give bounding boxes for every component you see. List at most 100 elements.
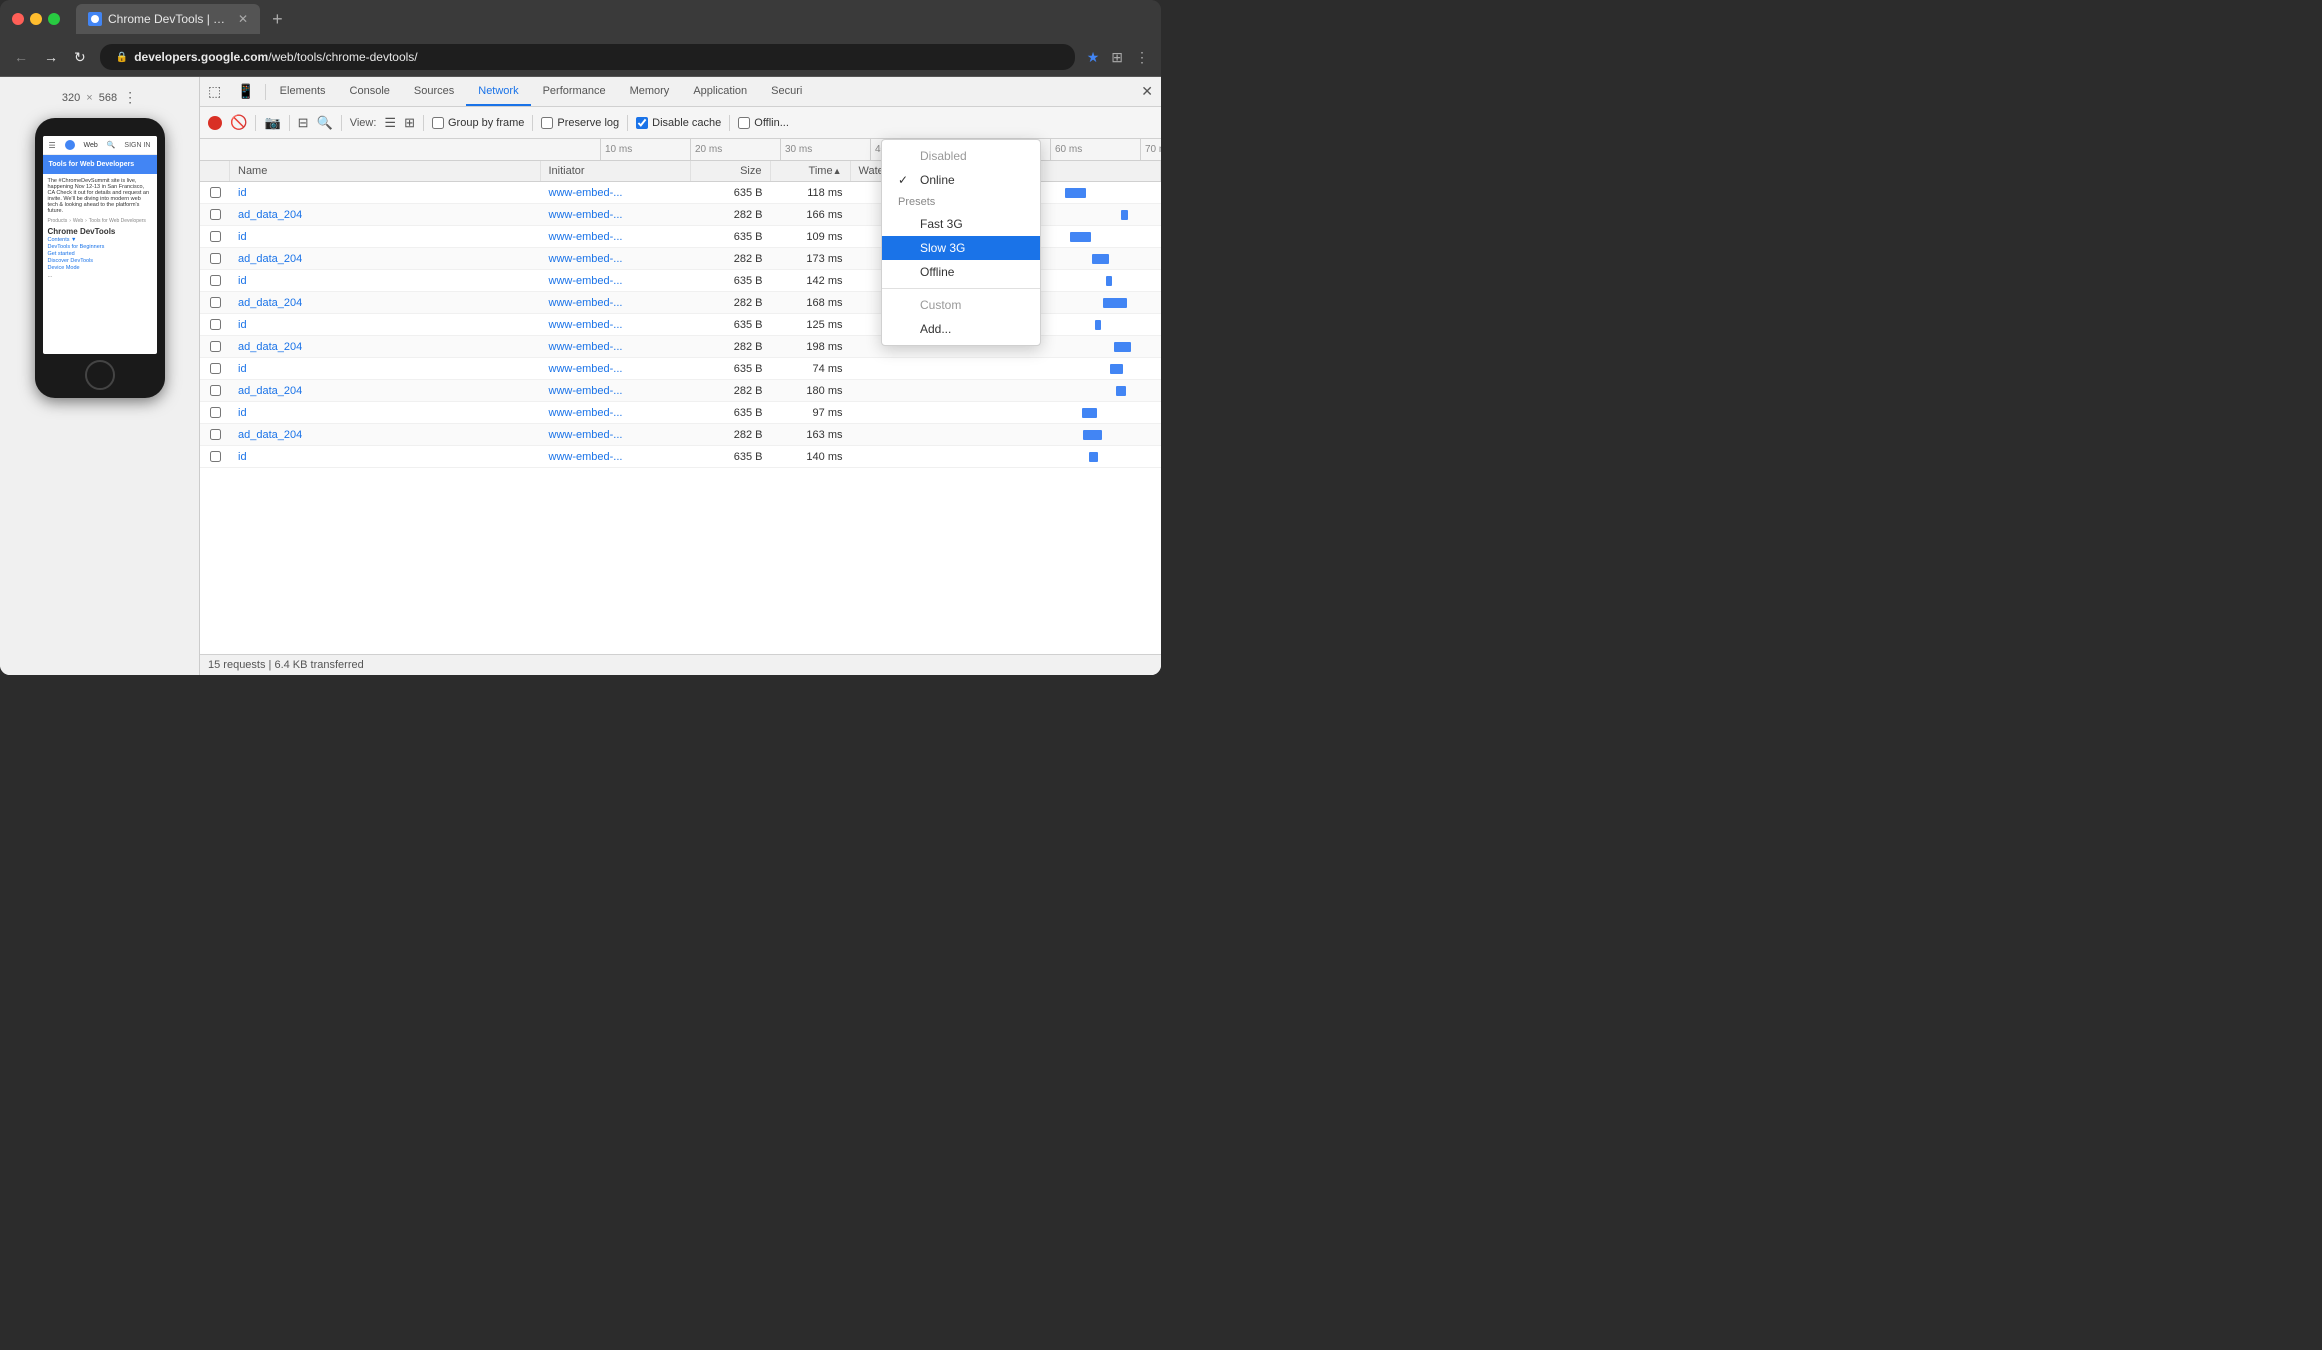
maximize-button[interactable] <box>48 13 60 25</box>
row-checkbox[interactable] <box>210 297 221 308</box>
tab-sources[interactable]: Sources <box>402 77 466 106</box>
devtools-tabs: Elements Console Sources Network Perform… <box>268 77 815 106</box>
row-checkbox[interactable] <box>210 253 221 264</box>
view-list-button[interactable]: ☰ <box>384 115 396 131</box>
tab-memory[interactable]: Memory <box>618 77 682 106</box>
minimize-button[interactable] <box>30 13 42 25</box>
table-row[interactable]: ad_data_204 www-embed-... 282 B 180 ms <box>200 380 1161 402</box>
phone-breadcrumbs: Products › Web › Tools for Web Developer… <box>48 218 152 224</box>
dropdown-add[interactable]: Add... <box>882 317 1040 341</box>
traffic-lights <box>12 13 60 25</box>
td-name: id <box>230 317 541 333</box>
network-toolbar: 🚫 📷 ⊟ 🔍 View: ☰ ⊞ Group by frame Pr <box>200 107 1161 139</box>
clear-button[interactable]: 🚫 <box>230 114 247 131</box>
td-initiator: www-embed-... <box>541 295 691 311</box>
td-name: ad_data_204 <box>230 207 541 223</box>
table-row[interactable]: id www-embed-... 635 B 97 ms <box>200 402 1161 424</box>
tab-elements[interactable]: Elements <box>268 77 338 106</box>
table-row[interactable]: id www-embed-... 635 B 74 ms <box>200 358 1161 380</box>
row-checkbox[interactable] <box>210 363 221 374</box>
forward-button[interactable]: → <box>42 47 60 67</box>
filter-button[interactable]: ⊟ <box>298 115 309 131</box>
group-by-frame-text: Group by frame <box>448 117 524 129</box>
device-view-panel: 320 × 568 ⋮ ☰ Web 🔍 SIGN IN <box>0 77 200 675</box>
inspect-element-button[interactable]: ⬚ <box>200 77 229 106</box>
active-tab[interactable]: Chrome DevTools | Tools for W ✕ <box>76 4 260 34</box>
group-by-frame-checkbox[interactable] <box>432 117 444 129</box>
td-size: 282 B <box>691 427 771 443</box>
tab-network[interactable]: Network <box>466 77 530 106</box>
th-time[interactable]: Time <box>771 161 851 181</box>
td-checkbox <box>200 251 230 266</box>
disable-cache-checkbox[interactable] <box>636 117 648 129</box>
row-checkbox[interactable] <box>210 275 221 286</box>
offline-label: Offlin... <box>738 117 789 129</box>
tick-70: 70 ms <box>1140 139 1161 160</box>
record-button[interactable] <box>208 116 222 130</box>
td-checkbox <box>200 207 230 222</box>
dropdown-slow3g[interactable]: Slow 3G <box>882 236 1040 260</box>
dropdown-offline-label: Offline <box>920 265 954 279</box>
dropdown-fast3g[interactable]: Fast 3G <box>882 212 1040 236</box>
td-initiator: www-embed-... <box>541 361 691 377</box>
row-checkbox[interactable] <box>210 341 221 352</box>
new-tab-button[interactable]: + <box>268 9 287 30</box>
device-menu-button[interactable]: ⋮ <box>123 89 137 106</box>
td-waterfall <box>851 411 1162 415</box>
reload-button[interactable]: ↻ <box>72 47 88 68</box>
close-button[interactable] <box>12 13 24 25</box>
tab-security[interactable]: Securi <box>759 77 814 106</box>
device-toggle-button[interactable]: 📱 <box>229 77 262 106</box>
back-button[interactable]: ← <box>12 47 30 67</box>
td-size: 282 B <box>691 383 771 399</box>
row-checkbox[interactable] <box>210 429 221 440</box>
dropdown-custom[interactable]: Custom <box>882 293 1040 317</box>
preserve-log-checkbox[interactable] <box>541 117 553 129</box>
search-button[interactable]: 🔍 <box>317 115 333 131</box>
dropdown-offline[interactable]: Offline <box>882 260 1040 284</box>
dropdown-online[interactable]: ✓ Online <box>882 168 1040 192</box>
phone-toc-beginners: DevTools for Beginners <box>48 244 152 250</box>
row-checkbox[interactable] <box>210 407 221 418</box>
view-grid-button[interactable]: ⊞ <box>404 115 415 131</box>
row-checkbox[interactable] <box>210 451 221 462</box>
tab-network-label: Network <box>478 85 518 97</box>
phone-toc-started: Get started <box>48 251 152 257</box>
dropdown-custom-label: Custom <box>920 298 961 312</box>
row-checkbox[interactable] <box>210 385 221 396</box>
table-row[interactable]: id www-embed-... 635 B 140 ms <box>200 446 1161 468</box>
address-field[interactable]: 🔒 developers.google.com/web/tools/chrome… <box>100 44 1075 70</box>
th-name[interactable]: Name <box>230 161 541 181</box>
breadcrumb-1: Products <box>48 218 68 224</box>
toolbar-separator <box>265 84 266 100</box>
devtools-close-button[interactable]: ✕ <box>1133 77 1161 106</box>
menu-button[interactable]: ⋮ <box>1135 49 1149 66</box>
td-size: 635 B <box>691 405 771 421</box>
dropdown-disabled[interactable]: Disabled <box>882 144 1040 168</box>
row-checkbox[interactable] <box>210 209 221 220</box>
dropdown-online-label: Online <box>920 173 955 187</box>
phone-toc-discover: Discover DevTools <box>48 258 152 264</box>
td-time: 97 ms <box>771 405 851 421</box>
row-checkbox[interactable] <box>210 319 221 330</box>
phone-hero-text: Tools for Web Developers <box>49 161 151 168</box>
extensions-button[interactable]: ⊞ <box>1111 49 1123 66</box>
tab-application[interactable]: Application <box>681 77 759 106</box>
phone-web-label: Web <box>84 142 98 149</box>
bookmark-button[interactable]: ★ <box>1087 49 1100 66</box>
td-checkbox <box>200 405 230 420</box>
td-initiator: www-embed-... <box>541 273 691 289</box>
offline-checkbox[interactable] <box>738 117 750 129</box>
th-initiator[interactable]: Initiator <box>541 161 691 181</box>
phone-body: The #ChromeDevSummit site is live, happe… <box>43 174 157 354</box>
row-checkbox[interactable] <box>210 231 221 242</box>
tab-close-button[interactable]: ✕ <box>238 12 248 26</box>
phone-toc-device: Device Mode <box>48 265 152 271</box>
tab-performance[interactable]: Performance <box>531 77 618 106</box>
th-size[interactable]: Size <box>691 161 771 181</box>
td-name: id <box>230 361 541 377</box>
table-row[interactable]: ad_data_204 www-embed-... 282 B 163 ms <box>200 424 1161 446</box>
screenshot-button[interactable]: 📷 <box>264 115 280 131</box>
row-checkbox[interactable] <box>210 187 221 198</box>
tab-console[interactable]: Console <box>338 77 402 106</box>
